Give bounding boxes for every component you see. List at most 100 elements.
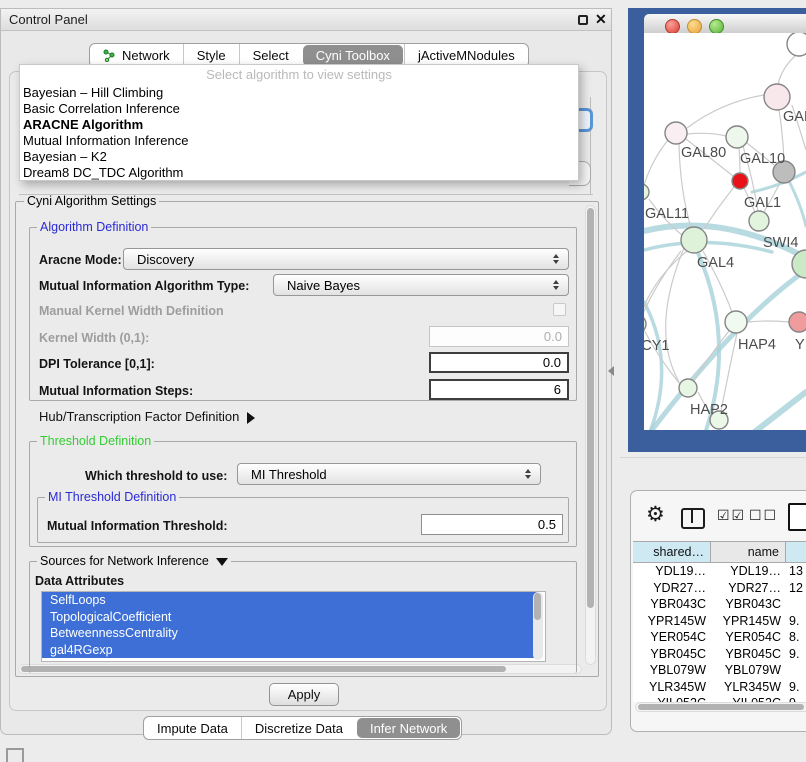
node-GCY1[interactable] xyxy=(644,315,646,333)
tab-cyni-toolbox[interactable]: Cyni Toolbox xyxy=(303,45,403,66)
bottom-tab-discretize-data[interactable]: Discretize Data xyxy=(241,717,356,739)
hidden-focused-combo-fragment xyxy=(579,108,593,132)
mi-threshold-group-title: MI Threshold Definition xyxy=(45,491,179,504)
table-panel-window: ⚙ ☑☑ ☐☐ shared…name YDL19…YDL19…13YDR27…… xyxy=(630,490,806,732)
node-label-GAL80: GAL80 xyxy=(681,145,726,161)
algorithm-dropdown-popup: Select algorithm to view settings Bayesi… xyxy=(19,64,579,181)
bottom-tab-impute-data[interactable]: Impute Data xyxy=(144,717,241,739)
node-GAL[interactable] xyxy=(764,84,790,110)
node-GAL1[interactable] xyxy=(732,173,748,189)
node-GAL10[interactable] xyxy=(726,126,748,148)
float-window-icon[interactable] xyxy=(578,15,588,25)
bottom-tab-infer-network[interactable]: Infer Network xyxy=(357,718,460,738)
dropdown-item-dream8-dc-tdc-algorithm[interactable]: Dream8 DC_TDC Algorithm xyxy=(20,165,578,181)
node-HAP4[interactable] xyxy=(725,311,747,333)
threshold-definition-title: Threshold Definition xyxy=(37,435,154,448)
dropdown-item-mutual-information-inference[interactable]: Mutual Information Inference xyxy=(20,133,578,149)
network-edge[interactable] xyxy=(687,133,726,136)
data-attributes-list[interactable]: SelfLoopsTopologicalCoefficientBetweenne… xyxy=(41,591,546,662)
expand-right-icon[interactable] xyxy=(247,412,255,424)
table-row[interactable]: YER054CYER054C8. xyxy=(633,629,806,646)
attribute-item-gal4rgexp[interactable]: gal4RGexp xyxy=(42,642,537,659)
table-row[interactable]: YLR345WYLR345W9. xyxy=(633,679,806,696)
aracne-mode-value: Discovery xyxy=(137,252,194,267)
minimize-traffic-light-icon[interactable] xyxy=(687,19,702,34)
network-edge[interactable] xyxy=(778,56,795,84)
gear-icon[interactable]: ⚙ xyxy=(646,504,665,525)
which-threshold-combo[interactable]: MI Threshold xyxy=(237,463,541,485)
aracne-mode-combo[interactable]: Discovery xyxy=(123,248,569,270)
column-header-shared…[interactable]: shared… xyxy=(633,542,711,562)
table-rows: YDL19…YDL19…13YDR27…YDR27…12YBR043CYBR04… xyxy=(633,563,806,695)
dpi-tolerance-field[interactable]: 0.0 xyxy=(429,352,569,373)
column-header-name[interactable]: name xyxy=(711,542,786,562)
table-row[interactable]: YPR145WYPR145W9. xyxy=(633,613,806,630)
columns-icon[interactable] xyxy=(681,508,705,529)
minimized-panel-icon[interactable] xyxy=(6,748,24,762)
network-edge-thick[interactable] xyxy=(789,181,806,226)
node-label-GCY1: GCY1 xyxy=(644,338,670,354)
network-canvas[interactable]: GALGAL80GAL10GAL1SWI4GAL11GAL4GCY1HAP4YH… xyxy=(644,33,806,430)
mi-steps-field[interactable]: 6 xyxy=(429,379,569,400)
mi-type-value: Naive Bayes xyxy=(287,278,360,293)
network-window-titlebar[interactable] xyxy=(644,14,806,34)
network-edge[interactable] xyxy=(704,187,734,229)
table-row[interactable]: YBR043CYBR043C xyxy=(633,596,806,613)
dpi-tolerance-label: DPI Tolerance [0,1]: xyxy=(39,357,155,371)
table-row[interactable]: YBR045CYBR045C9. xyxy=(633,646,806,663)
control-panel-titlebar[interactable]: Control Panel ✕ xyxy=(1,9,611,31)
close-icon[interactable]: ✕ xyxy=(595,11,607,28)
node-label-HAP4: HAP4 xyxy=(738,337,776,353)
table-row[interactable]: YDR27…YDR27…12 xyxy=(633,580,806,597)
mi-type-combo[interactable]: Naive Bayes xyxy=(273,274,569,296)
close-traffic-light-icon[interactable] xyxy=(665,19,680,34)
settings-group-title: Cyni Algorithm Settings xyxy=(24,195,159,208)
manual-kernel-checkbox[interactable] xyxy=(553,303,566,316)
node-GAL4[interactable] xyxy=(681,227,707,253)
dropdown-item-bayesian-k2[interactable]: Bayesian – K2 xyxy=(20,149,578,165)
network-edge[interactable] xyxy=(747,321,789,322)
node-GAL80[interactable] xyxy=(665,122,687,144)
network-edge[interactable] xyxy=(687,95,764,128)
network-edge-thick[interactable] xyxy=(644,242,772,252)
manual-kernel-label: Manual Kernel Width Definition xyxy=(39,304,224,318)
network-edge-thick[interactable] xyxy=(734,392,806,430)
settings-scrollbar[interactable] xyxy=(585,205,596,665)
node-SWI4[interactable] xyxy=(749,211,769,231)
kernel-width-field[interactable]: 0.0 xyxy=(429,326,569,347)
deselect-all-icon[interactable]: ☐☐ xyxy=(749,507,778,524)
network-edge-thick[interactable] xyxy=(644,302,662,430)
control-panel-title: Control Panel xyxy=(9,12,88,27)
attribute-item-betweennesscentrality[interactable]: BetweennessCentrality xyxy=(42,625,537,642)
column-header-cut[interactable] xyxy=(786,542,806,562)
apply-button[interactable]: Apply xyxy=(269,683,339,706)
node-HAP2[interactable] xyxy=(679,379,697,397)
table-panel-header: Table Panel xyxy=(620,457,806,487)
sources-group-title: Sources for Network Inference xyxy=(37,555,231,568)
network-edge[interactable] xyxy=(644,140,668,185)
table-row[interactable]: YBL079WYBL079W xyxy=(633,662,806,679)
zoom-traffic-light-icon[interactable] xyxy=(709,19,724,34)
which-threshold-value: MI Threshold xyxy=(251,467,327,482)
panel-divider-arrow-icon[interactable] xyxy=(608,366,614,376)
table-row[interactable]: YDL19…YDL19…13 xyxy=(633,563,806,580)
table-row[interactable]: YIL052CYIL052C9. xyxy=(633,695,806,702)
document-icon[interactable] xyxy=(788,503,806,531)
attribute-item-topologicalcoefficient[interactable]: TopologicalCoefficient xyxy=(42,609,537,626)
node[interactable] xyxy=(787,33,806,56)
table-hscrollbar[interactable] xyxy=(635,702,806,712)
mi-threshold-field[interactable]: 0.5 xyxy=(421,514,563,535)
network-edge[interactable] xyxy=(644,251,687,315)
dropdown-item-bayesian-hill-climbing[interactable]: Bayesian – Hill Climbing xyxy=(20,85,578,101)
attributes-scrollbar[interactable] xyxy=(533,592,543,660)
dropdown-item-aracne-algorithm[interactable]: ARACNE Algorithm xyxy=(20,117,578,133)
node-GAL11[interactable] xyxy=(644,184,649,200)
hub-definition-expander[interactable]: Hub/Transcription Factor Definition xyxy=(39,409,255,424)
dropdown-item-basic-correlation-inference[interactable]: Basic Correlation Inference xyxy=(20,101,578,117)
collapse-down-icon[interactable] xyxy=(216,558,228,566)
attribute-item-selfloops[interactable]: SelfLoops xyxy=(42,592,537,609)
node-label-GAL: GAL xyxy=(783,109,806,125)
data-attributes-label: Data Attributes xyxy=(35,574,124,588)
select-all-icon[interactable]: ☑☑ xyxy=(717,507,746,524)
node-Y[interactable] xyxy=(789,312,806,332)
